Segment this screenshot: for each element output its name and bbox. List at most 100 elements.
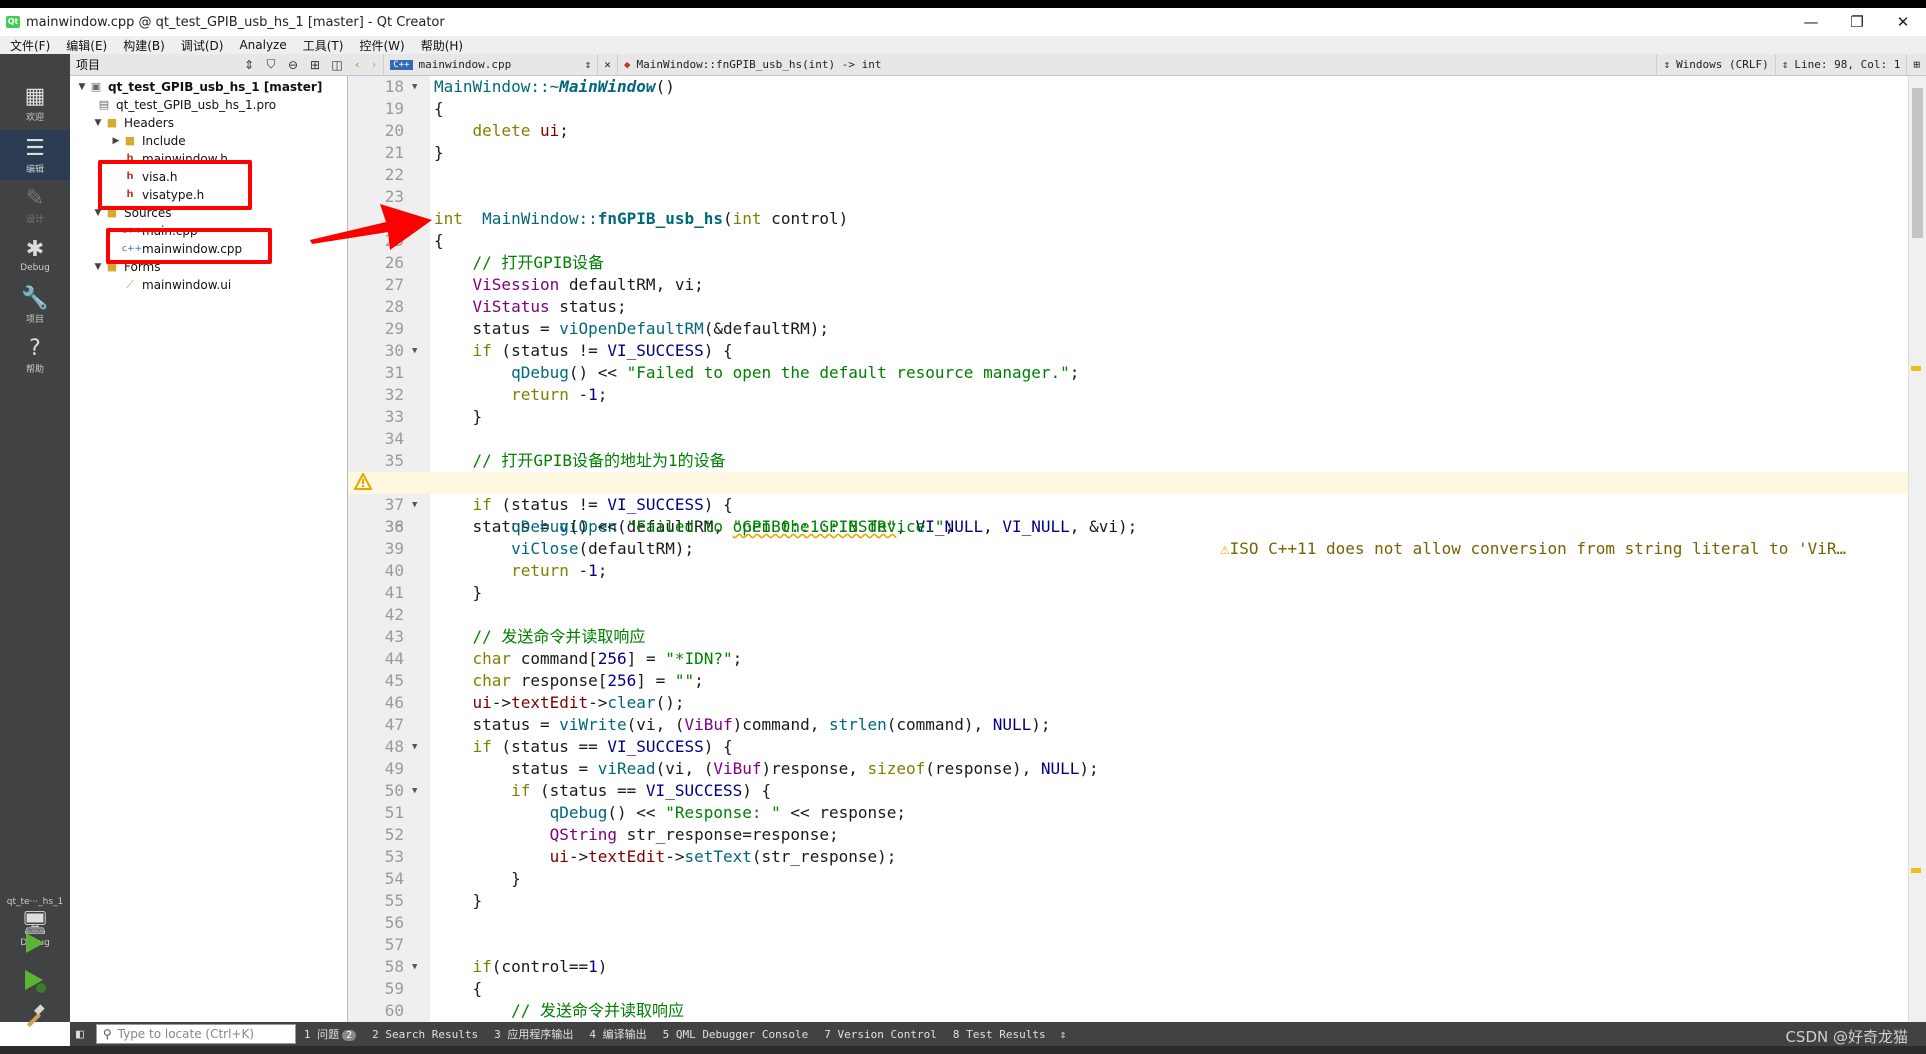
code-line: 24▼int MainWindow::fnGPIB_usb_hs(int con…	[348, 208, 1908, 230]
navigator-combo-icon[interactable]: ⇕	[238, 58, 260, 72]
tree-item-include[interactable]: ▶ ■ Include	[110, 132, 186, 150]
code-line: 40 return -1;	[384, 561, 608, 580]
navigator-header: 项目 ⇕ ⛉ ⊖ ⊞ ◫	[70, 54, 348, 76]
code-line: 30 ▼ if (status != VI_SUCCESS) {	[384, 341, 733, 360]
folder-icon: ■	[124, 134, 136, 147]
code-editor[interactable]: 18 ▼ MainWindow::~MainWindow() 19{ 20 dele…	[348, 76, 1926, 1022]
split-editor-button[interactable]: ⊞	[1907, 54, 1926, 76]
annotation-box-headers	[98, 160, 252, 210]
expanded-arrow-icon[interactable]: ▼	[76, 78, 88, 96]
debug-run-button[interactable]	[0, 968, 70, 994]
menu-debug[interactable]: 调试(D)	[171, 37, 230, 54]
code-line: 34	[384, 429, 404, 448]
code-line: 32 return -1;	[384, 385, 608, 404]
expanded-arrow-icon[interactable]: ▼	[92, 258, 104, 276]
wrench-icon: 🔧	[21, 285, 49, 311]
code-line: 22	[384, 165, 404, 184]
mode-sidebar: ▦ 欢迎 ☰ 编辑 ✎ 设计 ✱ Debug 🔧 项目 ? 帮助 qt_te··…	[0, 54, 70, 1028]
symbol-selector[interactable]: ◆ MainWindow::fnGPIB_usb_hs(int) -> int	[618, 54, 1657, 76]
filter-icon[interactable]: ⛉	[260, 57, 282, 72]
fold-arrow-icon: ▼	[412, 742, 418, 752]
nav-buttons: ‹ ›	[348, 53, 385, 76]
tree-item-pro-file[interactable]: ▤ qt_test_GPIB_usb_hs_1.pro	[96, 96, 276, 114]
forward-arrow-icon[interactable]: ›	[371, 58, 378, 71]
code-line: 18 ▼ MainWindow::~MainWindow()	[384, 77, 675, 96]
menu-edit[interactable]: 编辑(E)	[56, 37, 113, 54]
minimize-button[interactable]: —	[1788, 8, 1834, 36]
close-icon: ✕	[604, 58, 611, 71]
close-button[interactable]: ✕	[1880, 8, 1926, 36]
code-line: 58 ▼ if(control==1)	[384, 957, 608, 976]
cursor-position[interactable]: ⇕ Line: 98, Col: 1	[1776, 53, 1908, 76]
menu-help[interactable]: 帮助(H)	[411, 37, 469, 54]
build-button[interactable]	[0, 1004, 70, 1030]
warning-icon[interactable]	[354, 473, 372, 491]
combo-arrows-icon: ⇕	[1663, 58, 1671, 71]
pane-version-control[interactable]: 7 Version Control	[816, 1028, 945, 1041]
code-line: 20 delete ui;	[384, 121, 569, 140]
code-line: 19{	[384, 99, 444, 118]
scrollbar-thumb[interactable]	[1912, 88, 1923, 238]
code-line: 51 qDebug() << "Response: " << response;	[384, 803, 907, 822]
mode-debug[interactable]: ✱ Debug	[0, 230, 70, 280]
pane-issues[interactable]: 1 问题 2	[296, 1026, 364, 1042]
toggle-sidebar-icon[interactable]: ◧	[70, 1027, 90, 1042]
link-icon[interactable]: ⊖	[282, 58, 304, 72]
code-line: 46 ui->textEdit->clear();	[384, 693, 685, 712]
mode-design[interactable]: ✎ 设计	[0, 180, 70, 230]
mode-welcome[interactable]: ▦ 欢迎	[0, 78, 70, 128]
editor-scrollbar[interactable]	[1908, 76, 1926, 1022]
locator-input[interactable]: ⚲ Type to locate (Ctrl+K)	[95, 1024, 296, 1044]
menu-controls[interactable]: 控件(W)	[349, 37, 410, 54]
mode-help[interactable]: ? 帮助	[0, 330, 70, 380]
annotation-arrow	[310, 204, 432, 250]
code-line: 41 }	[384, 583, 483, 602]
tree-item-headers[interactable]: ▼ ■ Headers	[92, 114, 174, 132]
mode-edit[interactable]: ☰ 编辑	[0, 130, 70, 180]
run-button[interactable]	[0, 931, 70, 955]
pane-compile-output[interactable]: 4 编译输出	[581, 1026, 654, 1042]
expanded-arrow-icon[interactable]: ▼	[92, 114, 104, 132]
code-line: 37 ▼ if (status != VI_SUCCESS) {	[384, 495, 733, 514]
code-line: 50 ▼ if (status == VI_SUCCESS) {	[384, 781, 772, 800]
tree-item-mainwindow-ui[interactable]: ⟋ mainwindow.ui	[122, 276, 231, 294]
menu-tools[interactable]: 工具(T)	[293, 37, 350, 54]
close-file-button[interactable]: ✕	[598, 53, 618, 76]
restore-button[interactable]: ❐	[1834, 8, 1880, 36]
code-line: 21}	[384, 143, 444, 162]
kit-name: qt_te···_hs_1	[6, 897, 64, 907]
project-icon: ▣	[90, 80, 102, 93]
code-line: 47 status = viWrite(vi, (ViBuf)command, …	[384, 715, 1051, 734]
title-bar: Qt mainwindow.cpp @ qt_test_GPIB_usb_hs_…	[0, 8, 1926, 36]
tree-item-project[interactable]: ▼ ▣ qt_test_GPIB_usb_hs_1 [master]	[76, 78, 323, 96]
back-arrow-icon[interactable]: ‹	[354, 58, 361, 71]
pro-file-icon: ▤	[98, 98, 110, 111]
menu-bar: 文件(F) 编辑(E) 构建(B) 调试(D) Analyze 工具(T) 控件…	[0, 36, 1926, 54]
menu-analyze[interactable]: Analyze	[229, 38, 292, 52]
code-line: 26 // 打开GPIB设备	[384, 253, 604, 272]
code-line: 44 char command[256] = "*IDN?";	[384, 649, 743, 668]
cpp-file-icon: C++	[390, 59, 413, 70]
code-line: 49 status = viRead(vi, (ViBuf)response, …	[384, 759, 1099, 778]
mode-projects[interactable]: 🔧 项目	[0, 280, 70, 330]
collapsed-arrow-icon[interactable]: ▶	[110, 132, 122, 150]
code-line: 54 }	[384, 869, 521, 888]
menu-build[interactable]: 构建(B)	[113, 37, 171, 54]
code-line: 60 // 发送命令并读取响应	[384, 1001, 684, 1020]
pane-qml-console[interactable]: 5 QML Debugger Console	[655, 1028, 817, 1041]
split-icon[interactable]: ⊞	[304, 58, 326, 72]
more-panes-icon[interactable]: ⇕	[1054, 1028, 1073, 1041]
pane-application-output[interactable]: 3 应用程序输出	[486, 1026, 581, 1042]
code-line: 43 // 发送命令并读取响应	[384, 627, 646, 646]
annotation-box-source	[106, 228, 272, 264]
output-pane-bar: ◧ ⚲ Type to locate (Ctrl+K) 1 问题 2 2 Sear…	[70, 1022, 1926, 1046]
pane-test-results[interactable]: 8 Test Results	[945, 1028, 1054, 1041]
line-ending-selector[interactable]: ⇕ Windows (CRLF)	[1656, 53, 1776, 76]
file-selector[interactable]: C++ mainwindow.cpp ⇕	[384, 53, 599, 76]
pane-search-results[interactable]: 2 Search Results	[364, 1028, 486, 1041]
code-line: 23	[384, 187, 404, 206]
menu-file[interactable]: 文件(F)	[0, 37, 56, 54]
code-line: 59 {	[384, 979, 483, 998]
close-pane-icon[interactable]: ◫	[326, 58, 348, 72]
edit-icon: ☰	[25, 135, 45, 161]
